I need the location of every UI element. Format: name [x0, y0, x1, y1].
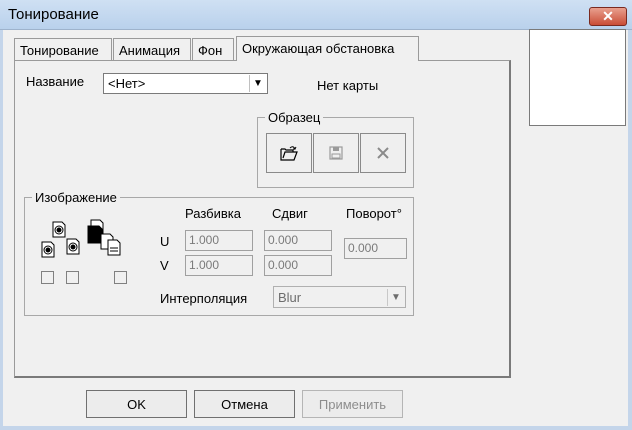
u-offset-field[interactable]: 0.000 [264, 230, 332, 251]
u-label: U [160, 234, 170, 249]
name-dropdown[interactable]: <Нет> ▼ [103, 73, 268, 94]
tab-background[interactable]: Фон [192, 38, 234, 60]
face-checkbox-2[interactable] [66, 271, 79, 284]
tiling-header: Разбивка [185, 206, 241, 221]
interpolation-label: Интерполяция [160, 291, 248, 306]
rotation-field[interactable]: 0.000 [344, 238, 407, 259]
tab-label: Тонирование [20, 43, 99, 58]
window-frame-left [0, 30, 3, 430]
v-offset-field[interactable]: 0.000 [264, 255, 332, 276]
open-button[interactable] [266, 133, 312, 173]
cube-map-faces-icon [41, 219, 121, 258]
tab-toning[interactable]: Тонирование [14, 38, 112, 60]
save-button[interactable] [313, 133, 359, 173]
tab-environment[interactable]: Окружающая обстановка [236, 36, 419, 61]
tab-label: Окружающая обстановка [242, 41, 395, 56]
apply-button[interactable]: Применить [302, 390, 403, 418]
offset-header: Сдвиг [272, 206, 308, 221]
face-checkbox-1[interactable] [41, 271, 54, 284]
delete-button[interactable] [360, 133, 406, 173]
tab-label: Фон [198, 43, 223, 58]
image-group-title: Изображение [32, 190, 120, 205]
u-tiling-field[interactable]: 1.000 [185, 230, 253, 251]
tab-label: Анимация [119, 43, 181, 58]
close-button[interactable]: ✕ [589, 7, 627, 26]
delete-x-icon [377, 147, 389, 159]
window-title: Тонирование [8, 6, 99, 23]
ok-button[interactable]: OK [86, 390, 187, 418]
cancel-button[interactable]: Отмена [194, 390, 295, 418]
sample-group-title: Образец [265, 110, 324, 125]
tab-animation[interactable]: Анимация [113, 38, 191, 60]
name-label: Название [26, 74, 85, 89]
window-frame-right [628, 30, 632, 430]
chevron-down-icon: ▼ [249, 75, 266, 92]
chevron-down-icon: ▼ [387, 289, 404, 306]
map-status: Нет карты [317, 78, 379, 93]
v-label: V [160, 258, 169, 273]
tab-panel-environment: Название <Нет> ▼ Нет карты Образец Изобр… [14, 60, 511, 378]
rotation-header: Поворот° [346, 206, 402, 221]
material-preview [529, 29, 626, 126]
interpolation-dropdown[interactable]: Blur ▼ [273, 286, 406, 308]
open-folder-icon [280, 145, 298, 161]
window-frame-bottom [0, 426, 632, 430]
name-dropdown-value: <Нет> [108, 76, 146, 91]
interpolation-value: Blur [278, 290, 302, 305]
v-tiling-field[interactable]: 1.000 [185, 255, 253, 276]
face-checkbox-3[interactable] [114, 271, 127, 284]
save-disk-icon [329, 146, 343, 160]
